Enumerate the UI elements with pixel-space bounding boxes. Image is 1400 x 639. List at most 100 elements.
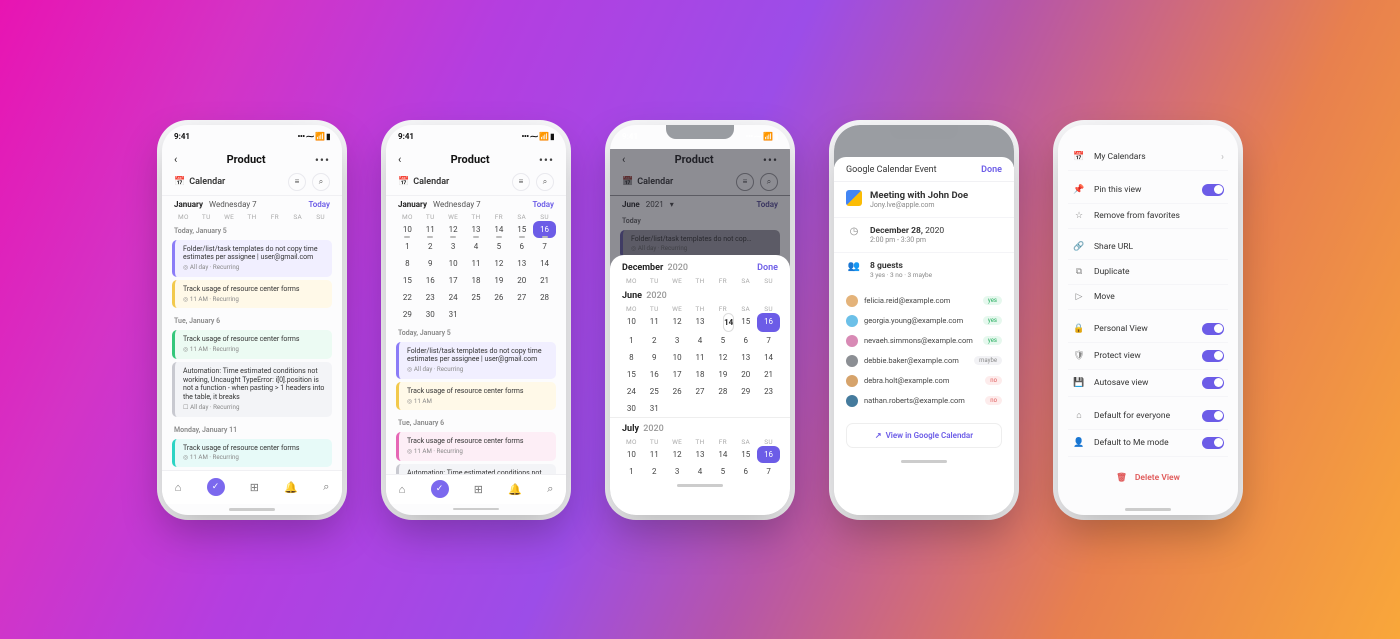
calendar-day[interactable]: 12: [711, 349, 734, 366]
calendar-day[interactable]: 2: [643, 332, 666, 349]
calendar-day[interactable]: 15: [510, 221, 533, 238]
tab-search[interactable]: ⌕: [547, 482, 553, 496]
calendar-day[interactable]: 1: [396, 238, 419, 255]
tab-notifications[interactable]: 🔔: [284, 481, 298, 494]
calendar-day[interactable]: 5: [487, 238, 510, 255]
calendar-day[interactable]: 27: [510, 289, 533, 306]
view-label[interactable]: Calendar: [413, 177, 449, 187]
month-grid[interactable]: 101112131415161234567: [610, 446, 790, 480]
crumb-month[interactable]: January: [398, 200, 427, 209]
tab-notifications[interactable]: 🔔: [508, 483, 522, 496]
calendar-day[interactable]: 4: [465, 238, 488, 255]
tab-home[interactable]: ⌂: [399, 483, 406, 496]
menu-item[interactable]: 👤Default to Me mode: [1068, 430, 1228, 457]
calendar-day[interactable]: 18: [689, 366, 712, 383]
calendar-day[interactable]: 13: [510, 255, 533, 272]
calendar-day[interactable]: 4: [689, 332, 712, 349]
menu-item[interactable]: ▷Move: [1068, 285, 1228, 310]
back-icon[interactable]: ‹: [398, 153, 401, 166]
calendar-day[interactable]: 14: [533, 255, 556, 272]
calendar-day[interactable]: 8: [396, 255, 419, 272]
menu-item[interactable]: 🔗Share URL: [1068, 235, 1228, 260]
menu-item[interactable]: 🛡Protect view: [1068, 343, 1228, 370]
calendar-day[interactable]: 6: [510, 238, 533, 255]
calendar-day[interactable]: 3: [442, 238, 465, 255]
calendar-day[interactable]: 31: [442, 306, 465, 323]
back-icon[interactable]: ‹: [174, 153, 177, 166]
done-button[interactable]: Done: [757, 263, 778, 273]
calendar-day[interactable]: 3: [666, 332, 689, 349]
toggle-switch[interactable]: [1202, 410, 1224, 422]
calendar-day[interactable]: 12: [666, 446, 689, 463]
calendar-day[interactable]: 13: [689, 313, 712, 332]
menu-item[interactable]: ⧉Duplicate: [1068, 260, 1228, 285]
task-item[interactable]: Folder/list/task templates do not copy t…: [172, 240, 332, 277]
calendar-day[interactable]: 11: [465, 255, 488, 272]
filter-icon[interactable]: ≡: [288, 173, 306, 191]
calendar-day[interactable]: 11: [419, 221, 442, 238]
tab-home[interactable]: ⌂: [175, 481, 182, 494]
calendar-day[interactable]: 16: [757, 313, 780, 332]
guest-row[interactable]: debra.holt@example.comno: [846, 371, 1002, 391]
search-icon[interactable]: ⌕: [312, 173, 330, 191]
calendar-day[interactable]: 10: [442, 255, 465, 272]
toggle-switch[interactable]: [1202, 184, 1224, 196]
calendar-day[interactable]: 27: [689, 383, 712, 400]
menu-item[interactable]: 🔒Personal View: [1068, 316, 1228, 343]
menu-item[interactable]: ☆Remove from favorites: [1068, 204, 1228, 229]
view-in-google-calendar-button[interactable]: ↗ View in Google Calendar: [846, 423, 1002, 448]
calendar-day[interactable]: 20: [510, 272, 533, 289]
done-button[interactable]: Done: [981, 165, 1002, 175]
calendar-day[interactable]: 28: [533, 289, 556, 306]
month-grid[interactable]: 1011121314151612345678910111213141516171…: [386, 221, 566, 323]
calendar-day[interactable]: 30: [620, 400, 643, 417]
tab-active[interactable]: ✓: [207, 478, 225, 496]
task-item[interactable]: Folder/list/task templates do not copy t…: [396, 342, 556, 379]
calendar-day[interactable]: 7: [757, 463, 780, 480]
calendar-day[interactable]: 17: [442, 272, 465, 289]
search-icon[interactable]: ⌕: [536, 173, 554, 191]
calendar-day[interactable]: 2: [419, 238, 442, 255]
calendar-day[interactable]: 28: [711, 383, 734, 400]
tab-spaces[interactable]: ⊞: [250, 481, 259, 494]
calendar-day[interactable]: 12: [666, 313, 689, 332]
calendar-day[interactable]: 6: [734, 463, 757, 480]
calendar-day[interactable]: 31: [643, 400, 666, 417]
more-icon[interactable]: •••: [539, 153, 554, 167]
task-item[interactable]: Track usage of resource center forms◎ 11…: [396, 382, 556, 411]
task-item[interactable]: Track usage of resource center forms◎ 11…: [172, 330, 332, 359]
menu-item[interactable]: 📌Pin this view: [1068, 177, 1228, 204]
calendar-day[interactable]: 9: [419, 255, 442, 272]
toggle-switch[interactable]: [1202, 437, 1224, 449]
calendar-day[interactable]: 26: [487, 289, 510, 306]
calendar-day[interactable]: 16: [643, 366, 666, 383]
calendar-day[interactable]: 11: [643, 446, 666, 463]
calendar-day[interactable]: 18: [465, 272, 488, 289]
task-item[interactable]: Automation: Time estimated conditions no…: [172, 362, 332, 417]
guest-row[interactable]: debbie.baker@example.commaybe: [846, 351, 1002, 371]
calendar-day[interactable]: 14: [711, 446, 734, 463]
task-item[interactable]: Track usage of resource center forms◎ 11…: [172, 280, 332, 309]
calendar-day[interactable]: 24: [620, 383, 643, 400]
tab-active[interactable]: ✓: [431, 480, 449, 498]
calendar-day[interactable]: 5: [711, 463, 734, 480]
calendar-day[interactable]: 30: [419, 306, 442, 323]
calendar-day[interactable]: 26: [666, 383, 689, 400]
calendar-day[interactable]: 25: [465, 289, 488, 306]
calendar-day[interactable]: 9: [643, 349, 666, 366]
calendar-day[interactable]: 24: [442, 289, 465, 306]
calendar-day[interactable]: 29: [396, 306, 419, 323]
calendar-day[interactable]: 16: [533, 221, 556, 238]
calendar-day[interactable]: 7: [757, 332, 780, 349]
calendar-day[interactable]: 14: [757, 349, 780, 366]
month-grid[interactable]: 1011121314151612345678910111213141516171…: [610, 313, 790, 417]
guest-row[interactable]: georgia.young@example.comyes: [846, 311, 1002, 331]
calendar-day[interactable]: 20: [734, 366, 757, 383]
tab-search[interactable]: ⌕: [323, 480, 329, 494]
toggle-switch[interactable]: [1202, 377, 1224, 389]
calendar-day[interactable]: 11: [643, 313, 666, 332]
calendar-day[interactable]: 12: [442, 221, 465, 238]
calendar-day[interactable]: 10: [620, 446, 643, 463]
calendar-day[interactable]: 13: [734, 349, 757, 366]
menu-item[interactable]: 📅My Calendars: [1068, 145, 1228, 171]
